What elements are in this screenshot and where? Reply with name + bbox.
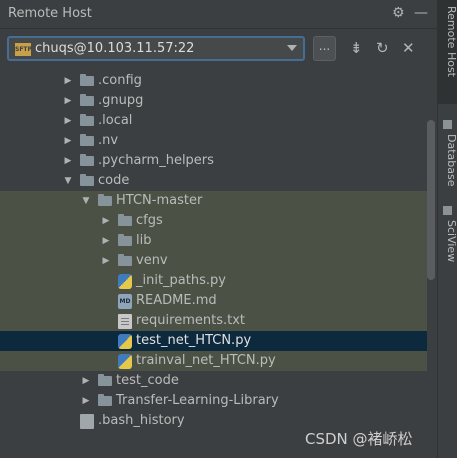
tree-row[interactable]: ▶ lib — [0, 231, 427, 251]
tree-row[interactable]: ▶ venv — [0, 251, 427, 271]
expanded-arrow-icon[interactable]: ▼ — [80, 191, 92, 211]
folder-icon — [80, 94, 94, 106]
collapsed-arrow-icon[interactable]: ▶ — [100, 211, 112, 231]
tree-row-label: lib — [136, 233, 152, 248]
tree-row-label: requirements.txt — [136, 313, 246, 328]
refresh-icon[interactable]: ↻ — [376, 40, 389, 56]
tree-row[interactable]: ▶ .nv — [0, 131, 427, 151]
tree-row[interactable]: requirements.txt — [0, 311, 427, 331]
panel-header: Remote Host ⚙ — — [0, 0, 437, 29]
tree-row[interactable]: MD README.md — [0, 291, 427, 311]
tree-row-label: .pycharm_helpers — [98, 153, 214, 168]
tree-row-label: .config — [98, 73, 142, 88]
collapsed-arrow-icon[interactable]: ▶ — [62, 91, 74, 111]
host-select[interactable]: SFTP chuqs@10.103.11.57:22 — [7, 36, 305, 61]
remote-host-panel: Remote Host ⚙ — SFTP chuqs@10.103.11.57:… — [0, 0, 437, 458]
minimize-icon[interactable]: — — [414, 5, 428, 21]
tab-sciview-label: SciView — [445, 220, 457, 263]
folder-icon — [98, 194, 112, 206]
tree-row[interactable]: ▶ .pycharm_helpers — [0, 151, 427, 171]
tree-row-label: trainval_net_HTCN.py — [136, 353, 276, 368]
file-icon — [80, 414, 94, 429]
python-file-icon — [118, 334, 132, 349]
watermark: CSDN @褚峤松 — [305, 430, 413, 448]
folder-icon — [80, 174, 94, 186]
tree-row[interactable]: ▶ .config — [0, 71, 427, 91]
tab-database-label: Database — [445, 134, 457, 187]
file-tree: ▶ .config ▶ .gnupg ▶ .local ▶ .nv ▶ .pycharm_help… — [0, 69, 427, 431]
folder-icon — [118, 214, 132, 226]
tree-row[interactable]: ▶ cfgs — [0, 211, 427, 231]
tree-row-label: README.md — [136, 293, 217, 308]
tree-row[interactable]: ▶ .local — [0, 111, 427, 131]
tree-row-label: test_code — [116, 373, 179, 388]
folder-icon — [80, 134, 94, 146]
folder-icon — [98, 394, 112, 406]
sciview-icon — [443, 206, 452, 215]
folder-icon — [118, 234, 132, 246]
tree-row-label: .nv — [98, 133, 119, 148]
tab-remote-host[interactable]: Remote Host — [438, 0, 457, 104]
tab-sciview[interactable]: SciView — [438, 220, 457, 270]
collapsed-arrow-icon[interactable]: ▶ — [62, 151, 74, 171]
tree-row-label: .local — [98, 113, 133, 128]
tree-row[interactable]: ▶ Transfer-Learning-Library — [0, 391, 427, 411]
panel-title: Remote Host — [8, 6, 92, 21]
tree-row[interactable]: ▶ test_code — [0, 371, 427, 391]
folder-icon — [80, 114, 94, 126]
collapsed-arrow-icon[interactable]: ▶ — [80, 371, 92, 391]
tree-row-label: .gnupg — [98, 93, 144, 108]
tree-row[interactable]: ▼ HTCN-master — [0, 191, 427, 211]
tree-row[interactable]: ▶ .gnupg — [0, 91, 427, 111]
sftp-icon: SFTP — [15, 43, 32, 56]
python-file-icon — [118, 354, 132, 369]
toolbar: SFTP chuqs@10.103.11.57:22 ... ⇟ ↻ ✕ — [0, 29, 437, 69]
tree-row[interactable]: ▼ code — [0, 171, 427, 191]
tab-database[interactable]: Database — [438, 134, 457, 194]
folder-icon — [80, 154, 94, 166]
tree-row[interactable]: _init_paths.py — [0, 271, 427, 291]
collapsed-arrow-icon[interactable]: ▶ — [62, 71, 74, 91]
tree-row-label: cfgs — [136, 213, 163, 228]
vertical-scrollbar[interactable] — [427, 120, 435, 280]
python-file-icon — [118, 274, 132, 289]
tab-remote-host-label: Remote Host — [445, 6, 457, 77]
chevron-down-icon[interactable] — [287, 45, 297, 51]
tree-row[interactable]: test_net_HTCN.py — [0, 331, 427, 351]
collapse-all-icon[interactable]: ⇟ — [350, 40, 363, 56]
right-sidebar: Remote Host Database SciView — [437, 0, 457, 458]
gear-icon[interactable]: ⚙ — [392, 5, 405, 21]
collapsed-arrow-icon[interactable]: ▶ — [80, 391, 92, 411]
collapsed-arrow-icon[interactable]: ▶ — [62, 131, 74, 151]
tree-row-label: test_net_HTCN.py — [136, 333, 252, 348]
folder-icon — [118, 254, 132, 266]
host-value: chuqs@10.103.11.57:22 — [35, 41, 195, 56]
tree-row-label: .bash_history — [98, 413, 185, 428]
database-icon — [443, 120, 452, 129]
markdown-file-icon: MD — [118, 294, 132, 309]
tree-row-label: venv — [136, 253, 168, 268]
tree-row-label: _init_paths.py — [136, 273, 226, 288]
tree-row[interactable]: trainval_net_HTCN.py — [0, 351, 427, 371]
close-icon[interactable]: ✕ — [402, 40, 415, 56]
tree-row-label: HTCN-master — [116, 193, 203, 208]
tree-row-label: code — [98, 173, 130, 188]
collapsed-arrow-icon[interactable]: ▶ — [100, 251, 112, 271]
text-file-icon — [118, 314, 132, 329]
tree-row-label: Transfer-Learning-Library — [116, 393, 279, 408]
collapsed-arrow-icon[interactable]: ▶ — [100, 231, 112, 251]
folder-icon — [98, 374, 112, 386]
folder-icon — [80, 74, 94, 86]
expanded-arrow-icon[interactable]: ▼ — [62, 171, 74, 191]
browse-button[interactable]: ... — [313, 36, 336, 61]
collapsed-arrow-icon[interactable]: ▶ — [62, 111, 74, 131]
